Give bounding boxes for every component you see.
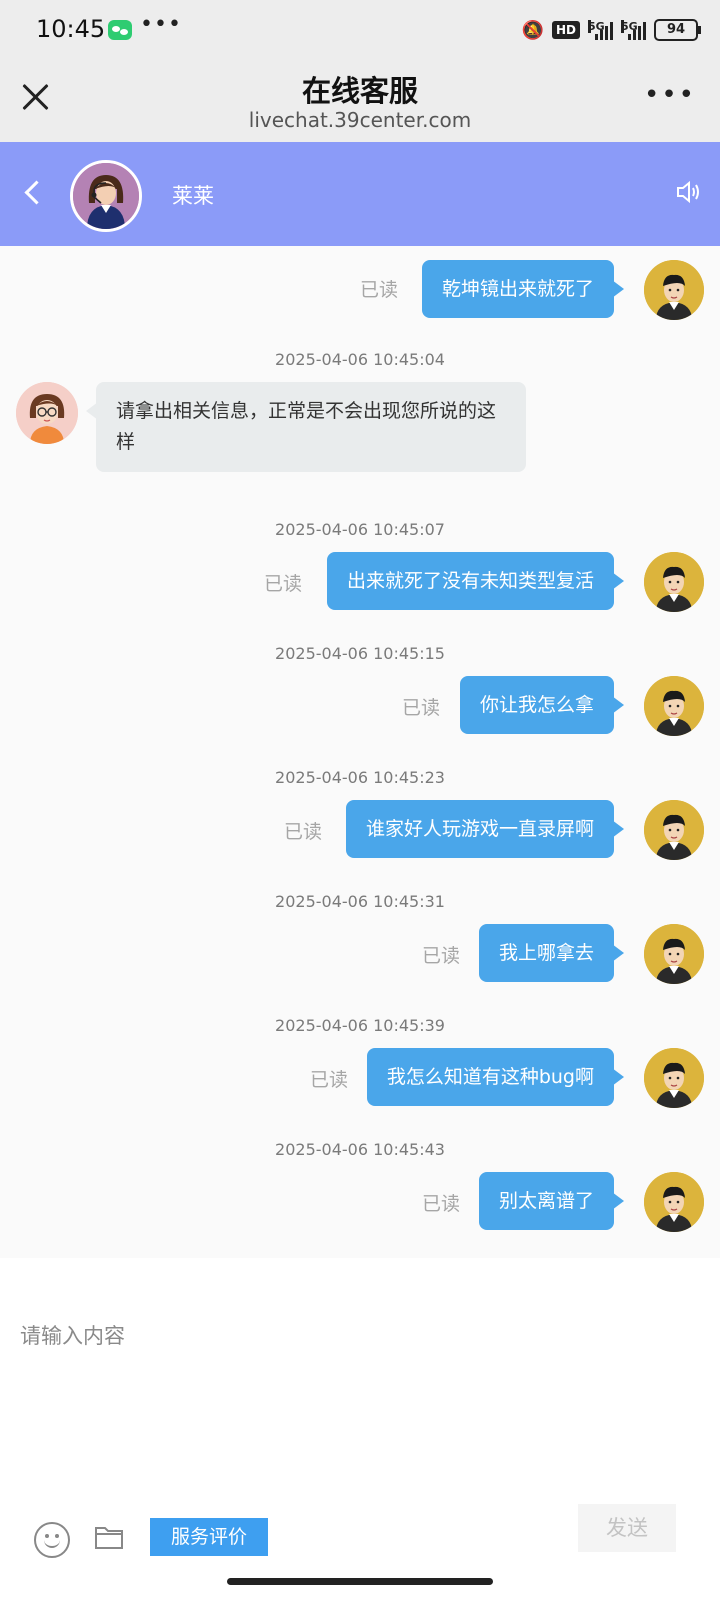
- wechat-icon: [108, 20, 132, 40]
- read-status: 已读: [309, 1069, 348, 1091]
- user-avatar: [644, 924, 704, 984]
- agent-avatar: [70, 160, 142, 232]
- user-message: 谁家好人玩游戏一直录屏啊: [345, 800, 625, 858]
- home-indicator[interactable]: [227, 1578, 493, 1585]
- user-avatar: [644, 1172, 704, 1232]
- send-button[interactable]: 发送: [578, 1504, 676, 1552]
- message-timestamp: 2025-04-06 10:45:07: [275, 520, 445, 539]
- message-input[interactable]: [18, 1318, 702, 1522]
- page-title: 在线客服: [301, 74, 418, 108]
- rate-service-button[interactable]: 服务评价: [150, 1518, 268, 1556]
- message-timestamp: 2025-04-06 10:45:39: [275, 1016, 445, 1035]
- message-list[interactable]: 已读 乾坤镜出来就死了 2025-04-06 10:45:04 请拿出相关信息，…: [0, 246, 720, 1258]
- message-timestamp: 2025-04-06 10:45:04: [275, 350, 445, 369]
- back-icon[interactable]: [22, 178, 42, 206]
- user-message: 出来就死了没有未知类型复活: [326, 552, 625, 610]
- status-time: 10:45: [36, 15, 106, 43]
- read-status: 已读: [421, 945, 460, 967]
- hd-badge: HD: [551, 21, 580, 39]
- user-message: 别太离谱了: [478, 1172, 625, 1230]
- user-message: 我怎么知道有这种bug啊: [366, 1048, 625, 1106]
- agent-name: 莱莱: [172, 184, 214, 208]
- read-status: 已读: [283, 821, 322, 843]
- more-icon[interactable]: •••: [644, 80, 696, 110]
- user-avatar: [644, 552, 704, 612]
- status-bar: 10:45 ••• 🔕 HD 5G 5G 94: [0, 0, 720, 60]
- user-message: 乾坤镜出来就死了: [421, 260, 625, 318]
- user-avatar: [644, 800, 704, 860]
- bell-off-icon: 🔕: [521, 19, 544, 41]
- chat-header: 莱莱: [0, 142, 720, 246]
- nav-bar: [0, 1570, 720, 1600]
- user-avatar: [644, 260, 704, 320]
- message-timestamp: 2025-04-06 10:45:31: [275, 892, 445, 911]
- agent-avatar: [16, 382, 78, 444]
- net-type-2: 5G: [621, 20, 638, 33]
- read-status: 已读: [263, 573, 302, 595]
- agent-message: 请拿出相关信息，正常是不会出现您所说的这样: [86, 382, 526, 472]
- status-icons: 🔕 HD 5G 5G 94: [521, 16, 701, 44]
- read-status: 已读: [359, 279, 398, 301]
- signal-icon: 5G: [588, 20, 613, 40]
- signal-icon: 5G: [621, 20, 646, 40]
- message-timestamp: 2025-04-06 10:45:23: [275, 768, 445, 787]
- speaker-icon[interactable]: [674, 178, 702, 206]
- user-message: 我上哪拿去: [478, 924, 625, 982]
- message-timestamp: 2025-04-06 10:45:15: [275, 644, 445, 663]
- browser-header: 在线客服 livechat.39center.com •••: [0, 60, 720, 142]
- battery-icon: 94: [654, 19, 701, 41]
- user-avatar: [644, 676, 704, 736]
- folder-icon[interactable]: [94, 1524, 124, 1550]
- read-status: 已读: [401, 697, 440, 719]
- user-avatar: [644, 1048, 704, 1108]
- notification-more-icon: •••: [140, 12, 182, 37]
- message-timestamp: 2025-04-06 10:45:43: [275, 1140, 445, 1159]
- emoji-icon[interactable]: [34, 1522, 70, 1558]
- read-status: 已读: [421, 1193, 460, 1215]
- page-url: livechat.39center.com: [248, 108, 472, 132]
- net-type-1: 5G: [588, 20, 605, 33]
- user-message: 你让我怎么拿: [459, 676, 625, 734]
